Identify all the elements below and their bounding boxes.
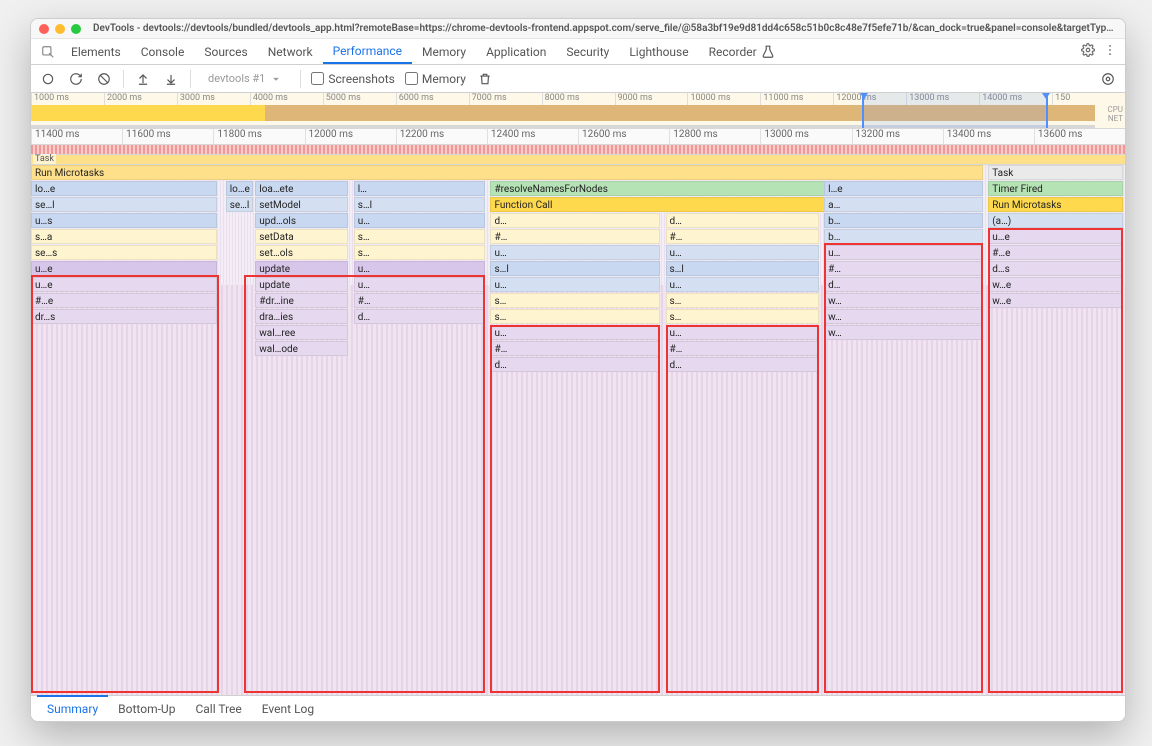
clear-icon[interactable] [95, 70, 113, 88]
screenshots-toggle[interactable]: Screenshots [311, 72, 394, 86]
flame-ruler: 11400 ms11600 ms11800 ms 12000 ms12200 m… [31, 129, 1125, 145]
reload-icon[interactable] [67, 70, 85, 88]
record-icon[interactable] [39, 70, 57, 88]
main-tabs: Elements Console Sources Network Perform… [31, 39, 1125, 65]
tab-application[interactable]: Application [476, 39, 556, 64]
memory-label: Memory [422, 72, 466, 86]
screenshots-label: Screenshots [328, 72, 394, 86]
flame-bar[interactable]: w…e [988, 277, 1123, 292]
tab-bottom-up[interactable]: Bottom-Up [108, 696, 185, 721]
flask-icon [761, 45, 775, 59]
overview-selection[interactable] [862, 93, 1048, 128]
close-icon[interactable] [39, 24, 49, 34]
tab-summary[interactable]: Summary [37, 695, 108, 721]
flame-bar[interactable]: #…e [988, 245, 1123, 260]
minimize-icon[interactable] [55, 24, 65, 34]
window-controls [39, 24, 81, 34]
tab-recorder-label: Recorder [709, 45, 757, 59]
inspect-icon[interactable] [35, 39, 61, 64]
memory-toggle[interactable]: Memory [405, 72, 466, 86]
chevron-down-icon [269, 72, 283, 86]
window-title: DevTools - devtools://devtools/bundled/d… [93, 23, 1117, 34]
flame-bar[interactable]: w… [824, 325, 983, 340]
tab-performance[interactable]: Performance [323, 39, 412, 64]
perf-settings-icon[interactable] [1099, 70, 1117, 88]
settings-icon[interactable] [1081, 43, 1095, 60]
bar-timer-fired[interactable]: Timer Fired [988, 181, 1123, 196]
flame-bar[interactable]: d…s [988, 261, 1123, 276]
flame-bar[interactable]: w… [824, 309, 983, 324]
tab-elements[interactable]: Elements [61, 39, 131, 64]
tab-lighthouse[interactable]: Lighthouse [619, 39, 698, 64]
tab-event-log[interactable]: Event Log [252, 696, 324, 721]
devtools-window: DevTools - devtools://devtools/bundled/d… [30, 18, 1126, 722]
details-tabs: Summary Bottom-Up Call Tree Event Log [31, 695, 1125, 721]
overview-side-labels: CPUNET [1108, 105, 1123, 123]
bar-run-microtasks[interactable]: Run Microtasks [988, 197, 1123, 212]
tab-memory[interactable]: Memory [412, 39, 476, 64]
bar-task[interactable]: Task [988, 165, 1123, 180]
kebab-icon[interactable] [1103, 43, 1117, 60]
tab-sources[interactable]: Sources [194, 39, 257, 64]
tab-call-tree[interactable]: Call Tree [185, 696, 251, 721]
flame-bar[interactable]: u…e [988, 229, 1123, 244]
task-label: Task [33, 154, 56, 164]
perf-toolbar: devtools #1 Screenshots Memory [31, 65, 1125, 93]
flame-bar[interactable]: w…e [988, 293, 1123, 308]
maximize-icon[interactable] [71, 24, 81, 34]
upload-icon[interactable] [134, 70, 152, 88]
network-strip [31, 145, 1125, 155]
titlebar: DevTools - devtools://devtools/bundled/d… [31, 19, 1125, 39]
tab-network[interactable]: Network [258, 39, 323, 64]
timing-strip: Task [31, 155, 1125, 165]
profile-select-label: devtools #1 [208, 72, 265, 85]
download-icon[interactable] [162, 70, 180, 88]
flame-chart[interactable]: Run Microtasks lo…e se…l u…s s…a se…s u…… [31, 165, 1125, 695]
flame-bar[interactable]: #… [666, 341, 819, 356]
timeline-overview[interactable]: 1000 ms2000 ms3000 ms 4000 ms5000 ms6000… [31, 93, 1125, 129]
tab-recorder[interactable]: Recorder [699, 39, 785, 64]
profile-select[interactable]: devtools #1 [201, 69, 290, 89]
tab-console[interactable]: Console [131, 39, 195, 64]
tab-security[interactable]: Security [556, 39, 619, 64]
flame-bar[interactable]: (a…) [988, 213, 1123, 228]
flame-bar[interactable]: d… [666, 357, 819, 372]
trash-icon[interactable] [476, 70, 494, 88]
